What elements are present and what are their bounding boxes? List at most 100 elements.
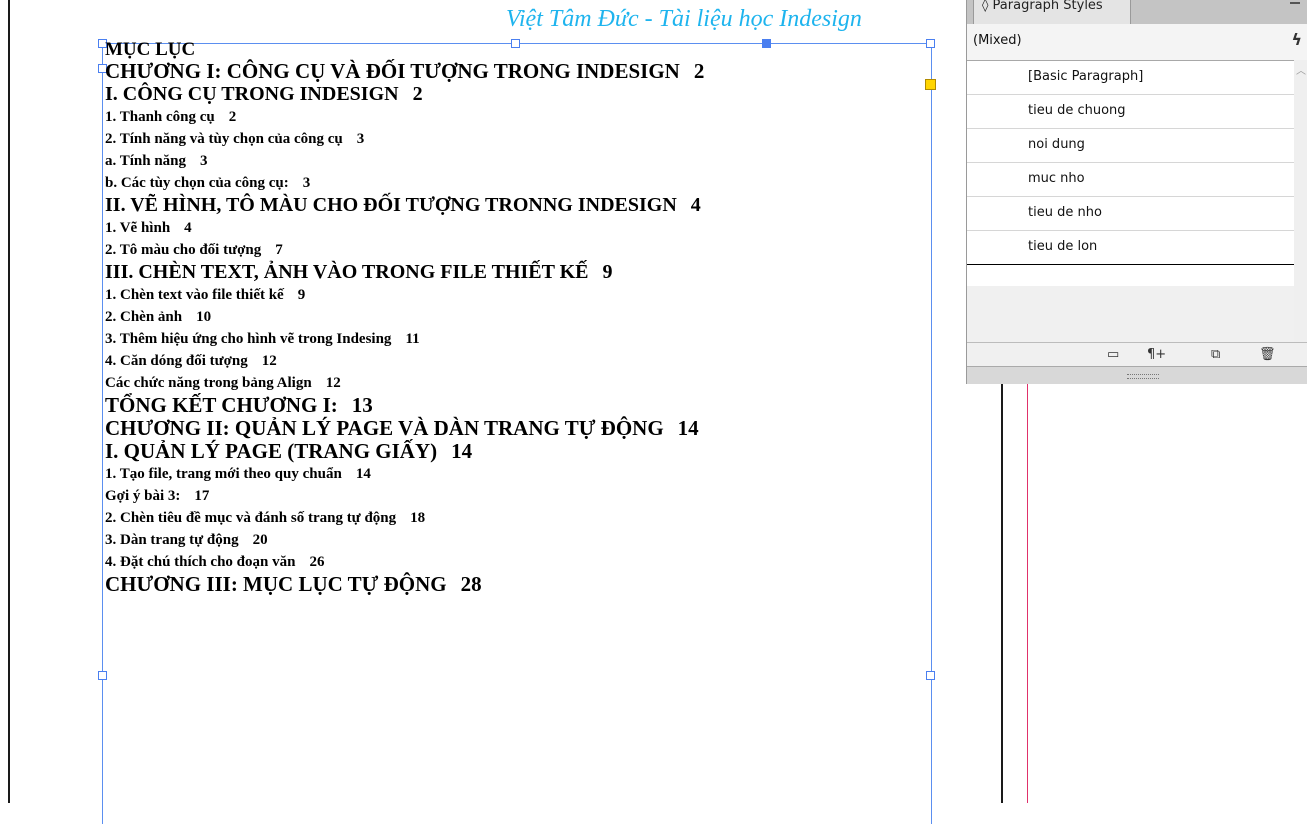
panel-tab-label: ◊ Paragraph Styles bbox=[982, 0, 1103, 13]
toc-entry-text: 2. Chèn ảnh bbox=[105, 309, 183, 325]
toc-line[interactable]: 4. Căn dóng đối tượng 12 bbox=[105, 350, 704, 372]
toc-page-number: 12 bbox=[325, 375, 341, 391]
toc-entry-text: III. CHÈN TEXT, ẢNH VÀO TRONG FILE THIẾT… bbox=[105, 261, 589, 283]
toc-line[interactable]: II. VẼ HÌNH, TÔ MÀU CHO ĐỐI TƯỢNG TRONNG… bbox=[105, 194, 704, 217]
toc-entry-text: 3. Thêm hiệu ứng cho hình vẽ trong Indes… bbox=[105, 331, 392, 347]
toc-page-number: 14 bbox=[355, 466, 371, 482]
toc-line[interactable]: 1. Chèn text vào file thiết kế 9 bbox=[105, 284, 704, 306]
toc-entry-text: 2. Tô màu cho đối tượng bbox=[105, 242, 262, 258]
toc-entry-text: CHƯƠNG III: MỤC LỤC TỰ ĐỘNG bbox=[105, 572, 447, 596]
toc-line[interactable]: a. Tính năng 3 bbox=[105, 150, 704, 172]
style-list-item[interactable]: tieu de chuong bbox=[967, 95, 1307, 129]
toc-page-number: 3 bbox=[356, 131, 365, 147]
panel-tab-paragraph-styles[interactable]: ◊ Paragraph Styles bbox=[973, 0, 1131, 25]
toc-page-number: 7 bbox=[275, 242, 283, 258]
toc-page-number: 13 bbox=[351, 393, 373, 417]
page-left-edge bbox=[8, 0, 10, 803]
toc-page-number: 12 bbox=[261, 353, 277, 369]
toc-line[interactable]: TỔNG KẾT CHƯƠNG I: 13 bbox=[105, 394, 704, 417]
margin-guide bbox=[1027, 383, 1028, 803]
toc-entry-text: II. VẼ HÌNH, TÔ MÀU CHO ĐỐI TƯỢNG TRONNG… bbox=[105, 194, 677, 216]
toc-line[interactable]: Gợi ý bài 3: 17 bbox=[105, 485, 704, 507]
running-header[interactable]: Việt Tâm Đức - Tài liệu học Indesign bbox=[506, 6, 862, 33]
toc-line[interactable]: 2. Chèn tiêu đề mục và đánh số trang tự … bbox=[105, 507, 704, 529]
toc-page-number: 2 bbox=[412, 83, 423, 105]
toc-page-number: 20 bbox=[252, 532, 268, 548]
current-style-label: (Mixed) bbox=[973, 33, 1022, 48]
panel-tabbar: ◊ Paragraph Styles bbox=[967, 0, 1307, 25]
toc-page-number: 18 bbox=[410, 510, 426, 526]
frame-handle-ml[interactable] bbox=[98, 671, 107, 680]
toc-entry-text: I. CÔNG CỤ TRONG INDESIGN bbox=[105, 83, 399, 105]
toc-page-number: 9 bbox=[297, 287, 306, 303]
toc-entry-text: Các chức năng trong bảng Align bbox=[105, 375, 312, 391]
current-style-row: (Mixed) ϟ bbox=[967, 24, 1307, 61]
toc-line[interactable]: I. CÔNG CỤ TRONG INDESIGN 2 bbox=[105, 83, 704, 106]
frame-outport[interactable] bbox=[925, 79, 936, 90]
style-list-item[interactable]: tieu de nho bbox=[967, 197, 1307, 231]
grip-icon[interactable] bbox=[1127, 374, 1159, 379]
toc-page-number: 14 bbox=[451, 439, 473, 463]
style-list-item[interactable]: noi dung bbox=[967, 129, 1307, 163]
scroll-up-icon[interactable]: ︿ bbox=[1296, 62, 1306, 77]
trash-icon[interactable]: 🗑 bbox=[1259, 347, 1276, 362]
new-style-override-icon[interactable]: ¶+ bbox=[1147, 347, 1166, 362]
toc-line[interactable]: 3. Dàn trang tự động 20 bbox=[105, 529, 704, 551]
toc-page-number: 2 bbox=[228, 109, 237, 125]
toc-entry-text: 4. Đặt chú thích cho đoạn văn bbox=[105, 554, 296, 570]
frame-handle-tr[interactable] bbox=[926, 39, 935, 48]
toc-page-number: 11 bbox=[405, 331, 420, 347]
toc-line[interactable]: Các chức năng trong bảng Align 12 bbox=[105, 372, 704, 394]
table-of-contents[interactable]: MỤC LỤC CHƯƠNG I: CÔNG CỤ VÀ ĐỐI TƯỢNG TR… bbox=[105, 40, 704, 596]
frame-handle-tr-port[interactable] bbox=[762, 39, 771, 48]
style-list-item[interactable]: muc nho bbox=[967, 163, 1307, 197]
toc-line[interactable]: b. Các tùy chọn của công cụ: 3 bbox=[105, 172, 704, 194]
toc-line[interactable]: 3. Thêm hiệu ứng cho hình vẽ trong Indes… bbox=[105, 328, 704, 350]
toc-page-number: 28 bbox=[460, 572, 482, 596]
toc-page-number: 10 bbox=[196, 309, 212, 325]
toc-line[interactable]: 2. Tính năng và tùy chọn của công cụ 3 bbox=[105, 128, 704, 150]
toc-line[interactable]: 2. Tô màu cho đối tượng 7 bbox=[105, 239, 704, 261]
toc-line[interactable]: III. CHÈN TEXT, ẢNH VÀO TRONG FILE THIẾT… bbox=[105, 261, 704, 284]
style-list-item[interactable]: tieu de lon bbox=[967, 231, 1307, 265]
panel-menu-icon[interactable] bbox=[1290, 2, 1300, 4]
panel-footer-buttons: ▭ ¶+ ⧉ 🗑 bbox=[967, 342, 1307, 367]
toc-line[interactable]: MỤC LỤC bbox=[105, 40, 704, 60]
toc-line[interactable]: 2. Chèn ảnh 10 bbox=[105, 306, 704, 328]
toc-entry-text: 1. Thanh công cụ bbox=[105, 109, 215, 125]
toc-line[interactable]: 1. Thanh công cụ 2 bbox=[105, 106, 704, 128]
style-name: tieu de lon bbox=[1028, 239, 1098, 254]
toc-line[interactable]: 1. Vẽ hình 4 bbox=[105, 217, 704, 239]
toc-entry-text: MỤC LỤC bbox=[105, 39, 196, 60]
toc-page-number: 9 bbox=[602, 261, 613, 283]
toc-line[interactable]: CHƯƠNG I: CÔNG CỤ VÀ ĐỐI TƯỢNG TRONG IND… bbox=[105, 60, 704, 83]
folder-icon[interactable]: ▭ bbox=[1107, 347, 1119, 362]
style-name: noi dung bbox=[1028, 137, 1085, 152]
panel-resize-bar[interactable] bbox=[967, 366, 1307, 384]
toc-entry-text: a. Tính năng bbox=[105, 153, 187, 169]
toc-line[interactable]: 1. Tạo file, trang mới theo quy chuẩn 14 bbox=[105, 463, 704, 485]
toc-page-number: 26 bbox=[309, 554, 325, 570]
toc-entry-text: 2. Tính năng và tùy chọn của công cụ bbox=[105, 131, 343, 147]
toc-line[interactable]: CHƯƠNG II: QUẢN LÝ PAGE VÀ DÀN TRANG TỰ … bbox=[105, 417, 704, 440]
style-list-item[interactable]: [Basic Paragraph] bbox=[967, 61, 1307, 95]
new-style-icon[interactable]: ⧉ bbox=[1211, 347, 1220, 362]
panel-scrollbar[interactable]: ︿ ﹀ bbox=[1294, 60, 1307, 366]
lightning-icon[interactable]: ϟ bbox=[1291, 30, 1302, 49]
toc-page-number: 4 bbox=[690, 194, 701, 216]
toc-entry-text: 4. Căn dóng đối tượng bbox=[105, 353, 248, 369]
toc-entry-text: 2. Chèn tiêu đề mục và đánh số trang tự … bbox=[105, 510, 397, 526]
toc-page-number: 4 bbox=[184, 220, 192, 236]
toc-page-number: 3 bbox=[200, 153, 208, 169]
toc-page-number: 2 bbox=[693, 59, 705, 83]
style-list: [Basic Paragraph] tieu de chuong noi dung m… bbox=[967, 61, 1307, 286]
toc-entry-text: Gợi ý bài 3: bbox=[105, 488, 181, 504]
toc-line[interactable]: I. QUẢN LÝ PAGE (TRANG GIẤY) 14 bbox=[105, 440, 704, 463]
toc-entry-text: 1. Chèn text vào file thiết kế bbox=[105, 287, 284, 303]
toc-entry-text: CHƯƠNG I: CÔNG CỤ VÀ ĐỐI TƯỢNG TRONG IND… bbox=[105, 59, 680, 83]
toc-page-number: 17 bbox=[194, 488, 210, 504]
toc-entry-text: I. QUẢN LÝ PAGE (TRANG GIẤY) bbox=[105, 439, 438, 463]
frame-handle-mr[interactable] bbox=[926, 671, 935, 680]
toc-line[interactable]: CHƯƠNG III: MỤC LỤC TỰ ĐỘNG 28 bbox=[105, 573, 704, 596]
toc-line[interactable]: 4. Đặt chú thích cho đoạn văn 26 bbox=[105, 551, 704, 573]
